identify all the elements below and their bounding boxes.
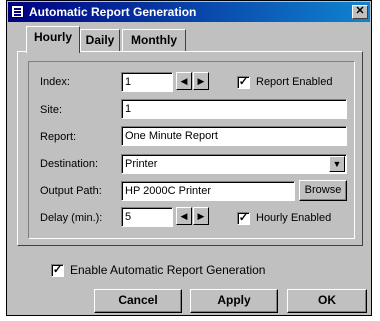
app-icon xyxy=(11,5,24,18)
tab-hourly[interactable]: Hourly xyxy=(26,26,80,53)
arrow-right-icon: ▶ xyxy=(197,211,205,221)
delay-input[interactable]: 5 xyxy=(121,207,173,227)
chevron-down-icon: ▼ xyxy=(332,159,342,169)
destination-label: Destination: xyxy=(40,158,99,170)
close-button[interactable]: ✕ xyxy=(352,5,368,19)
delay-label: Delay (min.): xyxy=(40,212,103,224)
enable-auto-generation-checkbox[interactable]: ✓ xyxy=(51,264,64,277)
arrow-left-icon: ◀ xyxy=(180,211,188,221)
hourly-enabled-label: Hourly Enabled xyxy=(256,212,332,224)
report-enabled-label: Report Enabled xyxy=(256,76,333,88)
report-enabled-checkbox[interactable]: ✓ xyxy=(237,76,250,89)
site-input[interactable]: 1 xyxy=(121,99,347,119)
index-input[interactable]: 1 xyxy=(121,72,173,92)
index-label: Index: xyxy=(40,76,70,88)
checkmark-icon: ✓ xyxy=(238,76,249,88)
site-label: Site: xyxy=(40,104,63,116)
arrow-right-icon: ▶ xyxy=(197,76,205,86)
destination-dropdown-button[interactable]: ▼ xyxy=(329,156,345,172)
arrow-left-icon: ◀ xyxy=(180,76,188,86)
output-path-label: Output Path: xyxy=(40,185,102,197)
browse-button[interactable]: Browse xyxy=(299,180,347,201)
apply-button[interactable]: Apply xyxy=(190,289,278,313)
enable-auto-generation-label: Enable Automatic Report Generation xyxy=(70,263,266,277)
hourly-enabled-checkbox[interactable]: ✓ xyxy=(237,212,250,225)
window-title: Automatic Report Generation xyxy=(29,5,197,19)
index-increment-button[interactable]: ▶ xyxy=(193,72,209,90)
report-label: Report: xyxy=(40,131,77,143)
title-bar[interactable]: Automatic Report Generation ✕ xyxy=(8,2,370,22)
delay-decrement-button[interactable]: ◀ xyxy=(176,207,192,225)
ok-button[interactable]: OK xyxy=(287,289,367,313)
checkmark-icon: ✓ xyxy=(52,264,63,276)
tab-daily[interactable]: Daily xyxy=(80,29,120,51)
output-path-input[interactable]: HP 2000C Printer xyxy=(121,181,295,201)
tab-monthly[interactable]: Monthly xyxy=(122,29,186,51)
checkmark-icon: ✓ xyxy=(238,212,249,224)
cancel-button[interactable]: Cancel xyxy=(94,289,182,313)
destination-select[interactable]: Printer xyxy=(121,154,347,174)
delay-increment-button[interactable]: ▶ xyxy=(193,207,209,225)
report-input[interactable]: One Minute Report xyxy=(121,126,347,146)
index-decrement-button[interactable]: ◀ xyxy=(176,72,192,90)
